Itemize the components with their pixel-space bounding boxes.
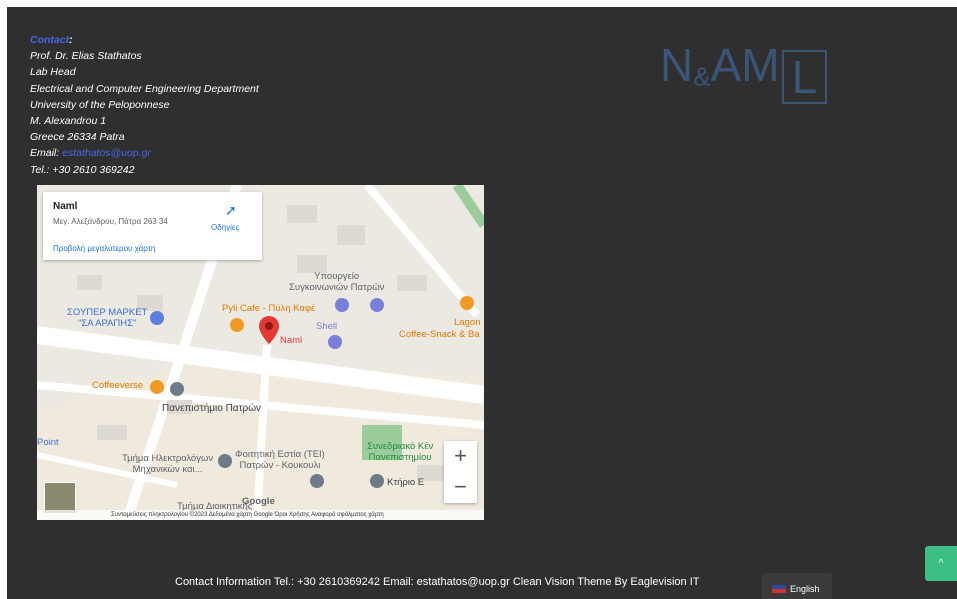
contact-block: Contact: Prof. Dr. Elias Stathatos Lab H… (30, 32, 259, 178)
coffeeverse-marker-icon[interactable] (150, 380, 164, 394)
place-name: Naml (53, 201, 78, 212)
map-label-coffeeverse: Coffeeverse (92, 380, 144, 391)
residence-marker-icon[interactable] (310, 474, 324, 488)
map-label-shell: Shell (316, 321, 338, 332)
language-switcher[interactable]: English (762, 573, 832, 599)
university-marker-icon[interactable] (170, 382, 184, 396)
map-label-point: Point (37, 437, 59, 448)
directions-icon[interactable]: ➚ (225, 202, 237, 219)
map-label-residence: Φοιτητική Εστία (ΤΕΙ) Πατρών - Κουκουλι (235, 449, 325, 471)
shop-marker-icon[interactable] (150, 311, 164, 325)
place-address: Μεγ. Αλεξάνδρου, Πάτρα 263 34 (53, 217, 168, 226)
place-card: Naml Μεγ. Αλεξάνδρου, Πάτρα 263 34 ➚ Οδη… (43, 192, 262, 260)
back-to-top-button[interactable]: ^ (925, 546, 957, 581)
contact-line: M. Alexandrou 1 (30, 115, 107, 128)
contact-line: University of the Peloponnese (30, 98, 170, 111)
map-attribution: Συντομεύσεις πληκτρολογίου ©2023 Δεδομέν… (37, 510, 484, 520)
embedded-map[interactable]: Naml Μεγ. Αλεξάνδρου, Πάτρα 263 34 ➚ Οδη… (37, 185, 484, 520)
zoom-control: + − (444, 441, 477, 503)
fuel-marker-icon[interactable] (328, 335, 342, 349)
zoom-in-button[interactable]: + (444, 441, 477, 472)
lab-logo: N&AM L (660, 38, 828, 104)
map-label-ktirio: Κτήριο Ε (387, 477, 425, 488)
map-label-coffee-snack: Coffee-Snack & Ba (399, 329, 480, 340)
us-flag-icon (772, 585, 786, 593)
contact-line: Greece 26334 Patra (30, 131, 125, 144)
contact-line: Prof. Dr. Elias Stathatos (30, 50, 142, 63)
ministry-marker-icon[interactable] (370, 298, 384, 312)
contact-line: Electrical and Computer Engineering Depa… (30, 82, 259, 95)
footer-text: Contact Information Tel.: +30 2610369242… (175, 576, 700, 588)
building-marker-icon[interactable] (370, 474, 384, 488)
map-label-conference: Συνεδριακό Κέν Πανεπιστημίου (367, 441, 434, 463)
map-label-pyli: Pyli Cafe - Πύλη Καφέ (222, 303, 316, 314)
map-label-lagon: Lagon (454, 317, 481, 328)
larger-map-link[interactable]: Προβολή μεγαλύτερου χάρτη (53, 244, 155, 253)
bank-marker-icon[interactable] (335, 298, 349, 312)
language-label: English (790, 584, 820, 594)
map-label-university: Πανεπιστήμιο Πατρών (162, 403, 262, 414)
coffee-marker-icon[interactable] (460, 296, 474, 310)
map-label-ministry: Υπουργείο Συγκοινωνιών Πατρών (289, 271, 385, 293)
contact-heading: Contact (30, 34, 70, 46)
zoom-out-button[interactable]: − (444, 472, 477, 503)
directions-link[interactable]: Οδηγίες (211, 223, 239, 232)
map-label-naml: Naml (280, 335, 303, 346)
cafe-marker-icon[interactable] (230, 318, 244, 332)
contact-tel: Tel.: +30 2610 369242 (30, 163, 135, 176)
email-link[interactable]: estathatos@uop.gr (62, 147, 151, 159)
email-label: Email: (30, 147, 60, 160)
map-label-supermarket: ΣΟΥΠΕΡ ΜΑΡΚΕΤ "ΣΑ ΑΡΑΠΗΣ" (67, 307, 148, 329)
contact-line: Lab Head (30, 66, 76, 79)
dept-marker-icon[interactable] (218, 454, 232, 468)
google-logo: Google (242, 496, 275, 507)
map-label-dept: Τμήμα Ηλεκτρολόγων Μηχανικών και... (122, 453, 214, 475)
